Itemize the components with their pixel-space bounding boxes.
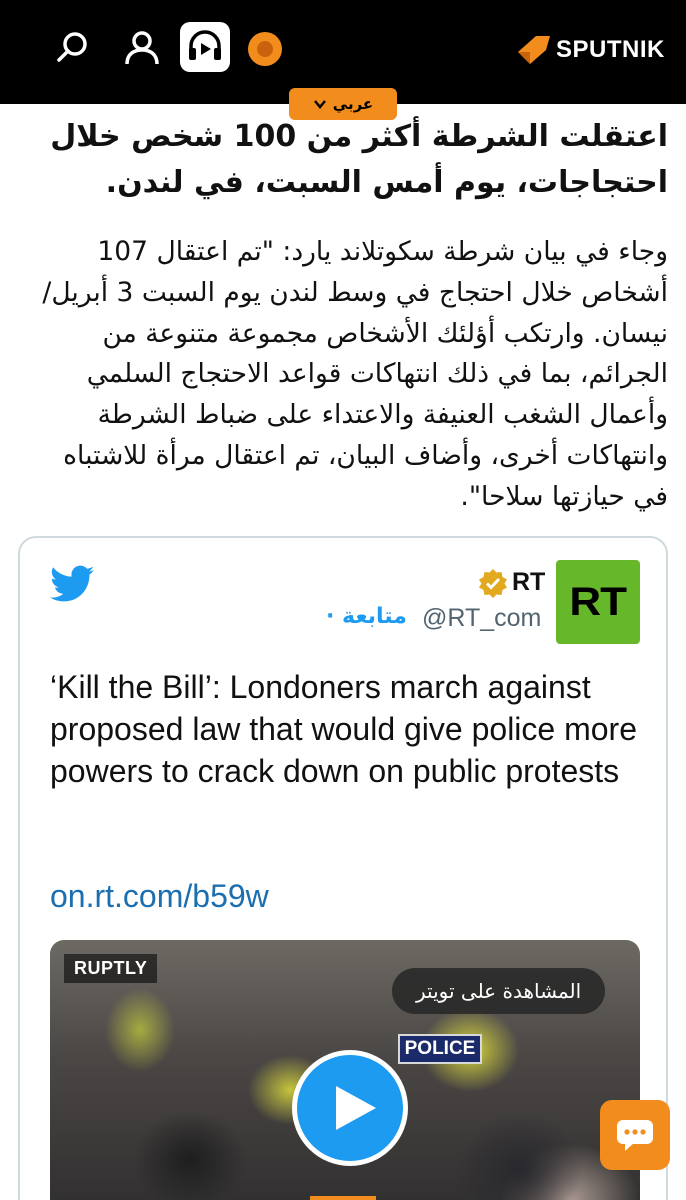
chat-bubble-icon xyxy=(617,1120,653,1151)
logo-text: SPUTNIK xyxy=(556,36,665,63)
twitter-bird-icon[interactable] xyxy=(50,564,94,604)
account-name[interactable]: RT xyxy=(512,568,545,597)
search-icon[interactable] xyxy=(50,26,94,70)
source-badge: RUPTLY xyxy=(64,954,158,983)
police-vest-label: POLICE xyxy=(398,1034,482,1064)
account-avatar[interactable]: RT xyxy=(556,560,640,644)
audio-icon[interactable] xyxy=(180,22,230,72)
sputnik-logo-icon xyxy=(518,36,550,64)
chat-button[interactable] xyxy=(600,1100,670,1170)
article-headline: اعتقلت الشرطة أكثر من 100 شخص خلال احتجا… xyxy=(50,119,668,200)
avatar-text: RT xyxy=(569,579,628,624)
follow-link[interactable]: متابعة · xyxy=(326,604,407,629)
sputnik-logo[interactable]: SPUTNIK xyxy=(516,30,665,70)
verified-badge-icon xyxy=(479,569,507,598)
article-paragraph: وجاء في بيان شرطة سكوتلاند يارد: "تم اعت… xyxy=(42,236,668,512)
live-indicator-icon[interactable] xyxy=(248,32,282,66)
account-handle[interactable]: @RT_com xyxy=(422,604,541,633)
language-label: عربي xyxy=(332,95,374,113)
user-icon[interactable] xyxy=(120,26,164,70)
language-selector[interactable]: عربي xyxy=(289,88,397,120)
tweet-card[interactable]: RT RT @RT_com متابعة · ‘Kill the Bill’: … xyxy=(18,536,668,1200)
tweet-text: ‘Kill the Bill’: Londoners march against… xyxy=(50,669,637,789)
chevron-down-icon xyxy=(313,100,326,109)
play-icon xyxy=(336,1086,376,1130)
bottom-tab-indicator xyxy=(310,1196,376,1200)
tweet-video[interactable]: RUPTLY POLICE المشاهدة على تويتر xyxy=(50,940,640,1200)
play-button[interactable] xyxy=(292,1050,408,1166)
tweet-link[interactable]: on.rt.com/b59w xyxy=(50,878,269,915)
watch-on-twitter-label[interactable]: المشاهدة على تويتر xyxy=(392,968,606,1014)
